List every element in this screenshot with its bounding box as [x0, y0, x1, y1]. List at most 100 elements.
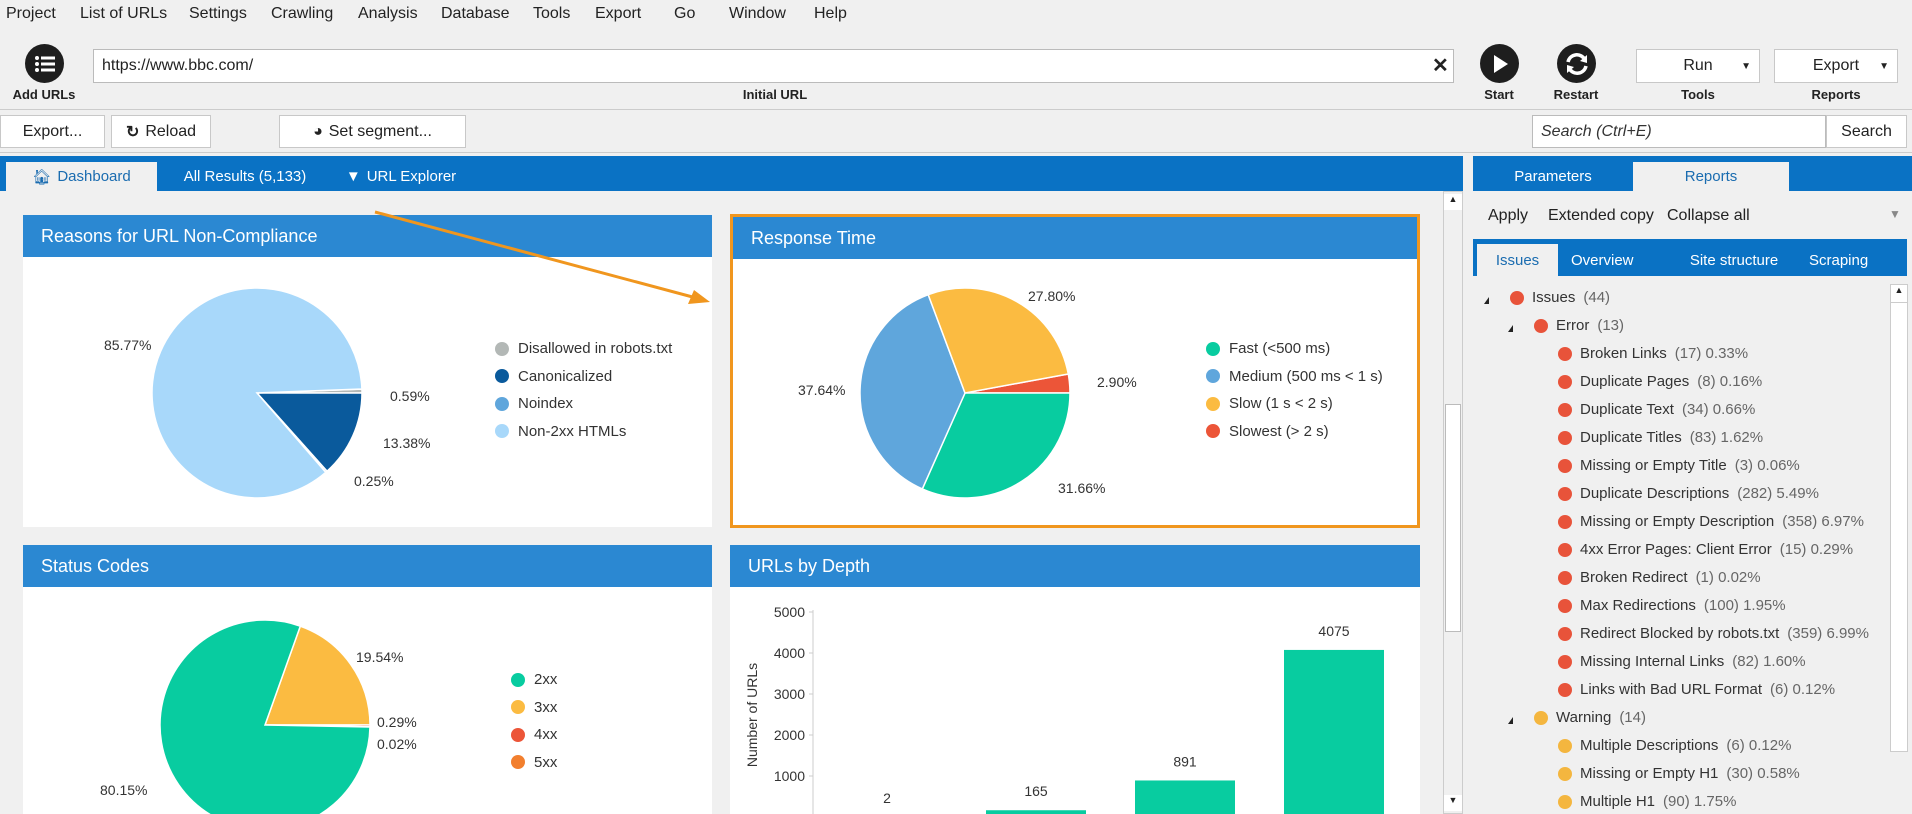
expand-arrow-icon[interactable] — [1508, 717, 1513, 724]
search-label: Search — [1841, 122, 1892, 140]
apply-button[interactable]: Apply — [1488, 207, 1528, 225]
subtab-site-structure[interactable]: Site structure — [1669, 244, 1799, 276]
legend-item[interactable]: Slowest (> 2 s) — [1206, 423, 1329, 440]
main-scrollbar[interactable]: ▲ ▼ — [1443, 191, 1463, 814]
scroll-thumb[interactable] — [1445, 404, 1461, 632]
status-dot-icon — [1558, 598, 1572, 613]
tree-item[interactable]: Max Redirections (100) 1.95% — [1558, 597, 1786, 614]
menu-database[interactable]: Database — [441, 5, 510, 23]
tab-dashboard[interactable]: 🏠︎ Dashboard — [6, 162, 157, 191]
legend-item[interactable]: Non-2xx HTMLs — [495, 423, 626, 440]
tree-item-count: (100) 1.95% — [1703, 597, 1786, 614]
legend-item[interactable]: 5xx — [511, 754, 557, 771]
menu-window[interactable]: Window — [729, 5, 786, 23]
menu-tools[interactable]: Tools — [533, 5, 570, 23]
menu-analysis[interactable]: Analysis — [358, 5, 418, 23]
status-dot-icon — [1534, 710, 1548, 725]
extended-copy-button[interactable]: Extended copy — [1548, 207, 1654, 225]
tree-item-label: Multiple Descriptions — [1580, 737, 1719, 754]
tree-item[interactable]: Warning (14) — [1534, 709, 1646, 726]
restart-button[interactable] — [1557, 44, 1596, 83]
overflow-menu-icon[interactable]: ▼ — [1889, 207, 1901, 221]
tree-item[interactable]: Multiple Descriptions (6) 0.12% — [1558, 737, 1791, 754]
menu-go[interactable]: Go — [674, 5, 695, 23]
menu-export[interactable]: Export — [595, 5, 641, 23]
tree-item[interactable]: Missing or Empty H1 (30) 0.58% — [1558, 765, 1800, 782]
tree-item[interactable]: Duplicate Descriptions (282) 5.49% — [1558, 485, 1819, 502]
clear-url-icon[interactable]: ✕ — [1432, 53, 1449, 78]
legend-item[interactable]: 3xx — [511, 699, 557, 716]
legend-dot-icon — [511, 727, 525, 742]
status-dot-icon — [1534, 318, 1548, 333]
tab-parameters-label: Parameters — [1514, 168, 1592, 185]
subtab-issues[interactable]: Issues — [1477, 244, 1558, 276]
tools-label: Tools — [1681, 87, 1715, 102]
tab-reports[interactable]: Reports — [1633, 162, 1789, 191]
tab-parameters[interactable]: Parameters — [1473, 162, 1633, 191]
tree-item[interactable]: Duplicate Pages (8) 0.16% — [1558, 373, 1762, 390]
tab-all-results[interactable]: All Results (5,133) — [170, 162, 320, 191]
expand-arrow-icon[interactable] — [1484, 297, 1489, 304]
menu-settings[interactable]: Settings — [189, 5, 247, 23]
menu-list-of-urls[interactable]: List of URLs — [80, 5, 167, 23]
legend-item[interactable]: Medium (500 ms < 1 s) — [1206, 368, 1383, 385]
menu-bar: Project List of URLs Settings Crawling A… — [0, 0, 1912, 27]
refresh-icon — [1565, 52, 1588, 75]
tree-item[interactable]: Broken Redirect (1) 0.02% — [1558, 569, 1761, 586]
divider — [0, 109, 1912, 110]
scroll-down-icon[interactable]: ▼ — [1444, 795, 1462, 811]
legend-item[interactable]: Disallowed in robots.txt — [495, 340, 672, 357]
menu-help[interactable]: Help — [814, 5, 847, 23]
tree-item[interactable]: Multiple H1 (90) 1.75% — [1558, 793, 1736, 810]
scroll-up-icon[interactable]: ▲ — [1444, 194, 1462, 210]
search-button[interactable]: Search — [1826, 115, 1907, 148]
set-segment-button[interactable]: ◕ Set segment... — [279, 115, 466, 148]
legend-item[interactable]: Noindex — [495, 395, 573, 412]
tree-item[interactable]: Missing or Empty Title (3) 0.06% — [1558, 457, 1800, 474]
menu-crawling[interactable]: Crawling — [271, 5, 333, 23]
collapse-all-button[interactable]: Collapse all — [1667, 207, 1750, 225]
tree-item[interactable]: Missing or Empty Description (358) 6.97% — [1558, 513, 1864, 530]
tree-item-count: (44) — [1583, 289, 1611, 306]
reload-button[interactable]: ↻ Reload — [111, 115, 211, 148]
legend-item[interactable]: 4xx — [511, 726, 557, 743]
legend-item[interactable]: 2xx — [511, 671, 557, 688]
tree-item[interactable]: 4xx Error Pages: Client Error (15) 0.29% — [1558, 541, 1853, 558]
legend-item[interactable]: Slow (1 s < 2 s) — [1206, 395, 1333, 412]
run-tools-dropdown[interactable]: Run ▼ — [1636, 49, 1760, 83]
tree-scrollbar[interactable]: ▲ — [1890, 284, 1908, 752]
subtab-overview[interactable]: Overview — [1571, 244, 1671, 276]
tree-item-label: Max Redirections — [1580, 597, 1696, 614]
search-input[interactable]: Search (Ctrl+E) — [1532, 115, 1826, 148]
run-label: Run — [1683, 57, 1713, 74]
legend-label: 2xx — [534, 671, 558, 688]
legend-dot-icon — [495, 424, 509, 438]
tab-url-explorer[interactable]: ▼ URL Explorer — [336, 162, 466, 191]
start-button[interactable] — [1480, 44, 1519, 83]
tree-item-label: Duplicate Pages — [1580, 373, 1690, 390]
status-dot-icon — [1558, 738, 1572, 753]
tree-item[interactable]: Missing Internal Links (82) 1.60% — [1558, 653, 1806, 670]
legend-item[interactable]: Fast (<500 ms) — [1206, 340, 1330, 357]
tree-item[interactable]: Redirect Blocked by robots.txt (359) 6.99… — [1558, 625, 1869, 642]
tree-item[interactable]: Duplicate Text (34) 0.66% — [1558, 401, 1755, 418]
start-label: Start — [1484, 87, 1514, 102]
tree-item[interactable]: Error (13) — [1534, 317, 1624, 334]
initial-url-input[interactable]: https://www.bbc.com/ — [93, 49, 1454, 83]
tree-item-count: (6) 0.12% — [1726, 737, 1792, 754]
subtab-overview-label: Overview — [1571, 251, 1634, 269]
tree-item[interactable]: Duplicate Titles (83) 1.62% — [1558, 429, 1763, 446]
subtab-scraping[interactable]: Scraping — [1809, 244, 1899, 276]
legend-item[interactable]: Canonicalized — [495, 368, 612, 385]
tree-item[interactable]: Links with Bad URL Format (6) 0.12% — [1558, 681, 1835, 698]
legend-label: Disallowed in robots.txt — [518, 340, 673, 357]
legend-dot-icon — [495, 341, 509, 356]
export-button[interactable]: Export... — [0, 115, 105, 148]
scroll-up-icon[interactable]: ▲ — [1891, 285, 1907, 303]
export-reports-dropdown[interactable]: Export ▼ — [1774, 49, 1898, 83]
add-urls-button[interactable] — [25, 44, 64, 83]
tree-item[interactable]: Issues (44) — [1510, 289, 1610, 306]
expand-arrow-icon[interactable] — [1508, 325, 1513, 332]
tree-item[interactable]: Broken Links (17) 0.33% — [1558, 345, 1748, 362]
menu-project[interactable]: Project — [6, 5, 56, 23]
